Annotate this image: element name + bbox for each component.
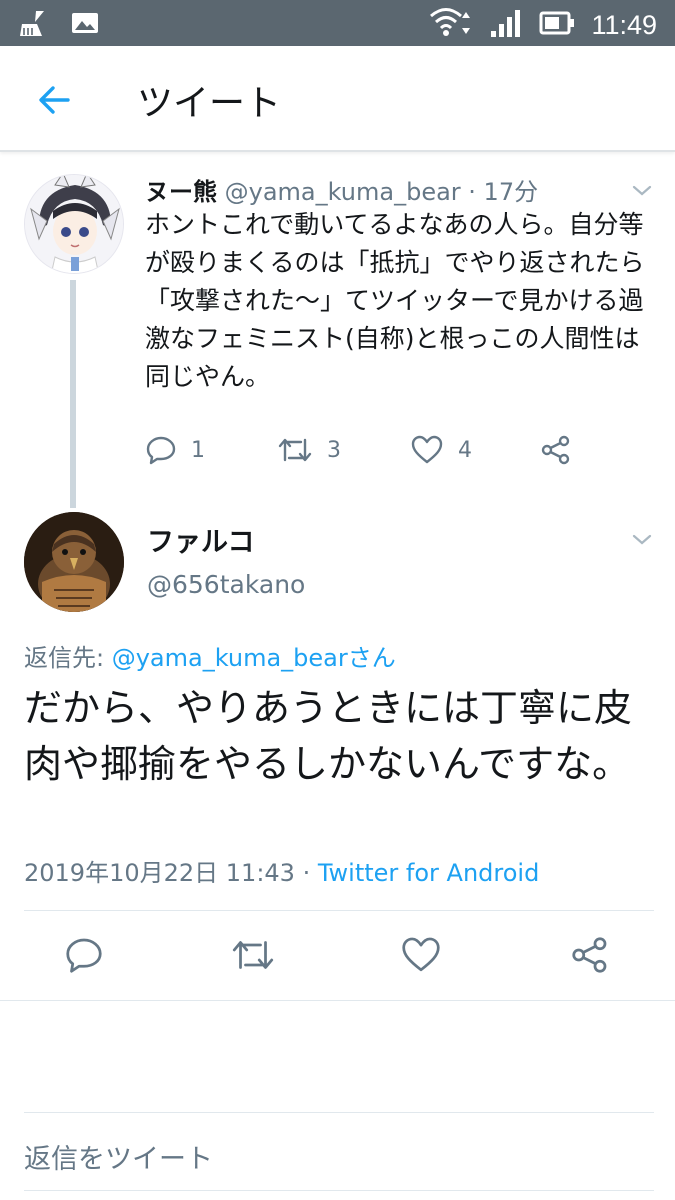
- reply-icon: [66, 938, 102, 973]
- retweet-icon: [278, 438, 312, 462]
- broom-icon: [18, 8, 48, 42]
- status-bar: 11:49: [0, 0, 675, 46]
- parent-tweet-text: ホントこれで動いてるよなあの人ら。自分等が殴りまくるのは「抵抗」でやり返されたら…: [145, 210, 645, 391]
- like-button[interactable]: [400, 935, 442, 979]
- parent-tweet-actions: 1 3 4: [145, 434, 595, 474]
- share-button[interactable]: [570, 935, 610, 979]
- main-tweet-menu-button[interactable]: [630, 527, 654, 551]
- parent-reply-button[interactable]: 1: [145, 434, 205, 466]
- divider: [0, 1000, 675, 1001]
- anime-girl-avatar-icon: [25, 175, 123, 273]
- reply-icon: [146, 436, 176, 465]
- app-header: ツイート: [0, 46, 675, 152]
- parent-like-count: 4: [458, 437, 472, 463]
- main-author-handle[interactable]: @656takano: [147, 570, 305, 599]
- parent-retweet-count: 3: [327, 437, 341, 463]
- main-tweet-actions: [0, 935, 675, 981]
- heart-icon: [411, 435, 443, 464]
- wifi-icon: [429, 6, 473, 44]
- thread-line: [70, 280, 76, 508]
- page-title: ツイート: [137, 83, 282, 124]
- share-icon: [572, 937, 607, 973]
- parent-tweet-menu-button[interactable]: [630, 178, 654, 202]
- divider: [24, 910, 654, 911]
- reply-to-label: 返信先:: [24, 644, 112, 672]
- parent-tweet-author[interactable]: ヌー熊 @yama_kuma_bear · 17分: [145, 172, 538, 207]
- main-author-name[interactable]: ファルコ: [147, 520, 254, 559]
- parent-retweet-button[interactable]: 3: [277, 434, 341, 466]
- avatar[interactable]: [24, 174, 124, 274]
- parent-reply-count: 1: [191, 437, 205, 463]
- image-icon: [70, 9, 100, 41]
- reply-to-link[interactable]: @yama_kuma_bearさん: [112, 644, 396, 672]
- chevron-down-icon: [632, 534, 652, 545]
- main-tweet-text: だから、やりあうときには丁寧に皮肉や揶揄をやるしかないんですな。: [24, 686, 633, 786]
- tweet-timestamp: 2019年10月22日 11:43 · Twitter for Android: [24, 853, 539, 888]
- battery-icon: [539, 9, 575, 41]
- retweet-icon: [232, 941, 274, 969]
- heart-icon: [402, 937, 440, 972]
- arrow-left-icon: [39, 86, 70, 114]
- tweet-date: 2019年10月22日 11:43 ·: [24, 859, 318, 887]
- retweet-button[interactable]: [230, 935, 276, 979]
- parent-share-button[interactable]: [540, 434, 572, 466]
- reply-composer[interactable]: 返信をツイート: [0, 1112, 675, 1200]
- parent-like-button[interactable]: 4: [410, 434, 472, 466]
- reply-input[interactable]: 返信をツイート: [24, 1137, 213, 1176]
- divider: [24, 1190, 654, 1191]
- signal-icon: [489, 7, 523, 43]
- avatar[interactable]: [24, 512, 124, 612]
- divider: [24, 1112, 654, 1113]
- parent-author-meta: @yama_kuma_bear · 17分: [224, 178, 539, 206]
- back-button[interactable]: [34, 80, 74, 120]
- tweet-source-link[interactable]: Twitter for Android: [318, 859, 539, 887]
- parent-author-name[interactable]: ヌー熊: [145, 178, 217, 206]
- status-clock: 11:49: [591, 9, 657, 40]
- reply-button[interactable]: [64, 935, 104, 979]
- share-icon: [541, 435, 570, 465]
- reply-to-line: 返信先: @yama_kuma_bearさん: [24, 638, 396, 673]
- falcon-figure-avatar-icon: [24, 512, 124, 612]
- chevron-down-icon: [632, 185, 652, 196]
